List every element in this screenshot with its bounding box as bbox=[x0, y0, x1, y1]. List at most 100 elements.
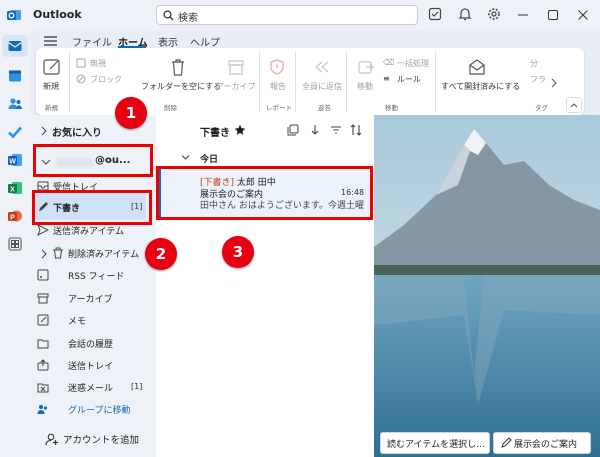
tab-view[interactable]: 表示 bbox=[158, 34, 178, 49]
groups-icon bbox=[37, 403, 49, 415]
group-move-label: 移動 bbox=[385, 104, 398, 112]
svg-text:W: W bbox=[9, 158, 16, 165]
hamburger-icon[interactable] bbox=[44, 36, 57, 46]
favorites-header[interactable]: お気に入り bbox=[52, 124, 102, 139]
send-icon bbox=[37, 224, 49, 236]
group-report-label: レポート bbox=[266, 104, 292, 112]
star-icon[interactable] bbox=[234, 124, 246, 136]
ribbon-collapse-button[interactable] bbox=[566, 97, 582, 113]
mail-icon[interactable] bbox=[7, 38, 23, 54]
folder-archive[interactable]: アーカイブ bbox=[68, 292, 112, 305]
svg-text:P: P bbox=[10, 214, 15, 221]
chevron-right-icon[interactable] bbox=[40, 126, 48, 136]
move-icon bbox=[357, 58, 375, 76]
reply-all-button[interactable]: 全員に返信 bbox=[302, 81, 342, 92]
tab-file[interactable]: ファイル bbox=[72, 34, 112, 49]
highlight-message bbox=[156, 166, 373, 220]
add-account-button[interactable]: アカウントを追加 bbox=[63, 432, 139, 446]
reading-tab-select-item[interactable]: 読むアイテムを選択し... bbox=[380, 432, 490, 454]
group-new-label: 新規 bbox=[45, 104, 58, 112]
powerpoint-icon[interactable]: P bbox=[7, 208, 23, 224]
move-button[interactable]: 移動 bbox=[357, 81, 373, 92]
ignore-button[interactable]: 無視 bbox=[90, 58, 106, 69]
classify-button[interactable]: 分 bbox=[530, 58, 538, 69]
search-input[interactable]: 検索 bbox=[156, 5, 418, 25]
ribbon-separator bbox=[295, 52, 296, 112]
note-icon bbox=[37, 314, 49, 326]
word-icon[interactable]: W bbox=[7, 152, 23, 168]
tasks-icon[interactable] bbox=[428, 7, 444, 23]
group-tags-label: タグ bbox=[535, 104, 548, 112]
add-person-icon bbox=[45, 432, 59, 446]
mark-read-icon bbox=[468, 58, 486, 76]
go-to-groups-link[interactable]: グループに移動 bbox=[68, 403, 130, 416]
chevron-right-icon[interactable] bbox=[40, 249, 48, 259]
report-icon bbox=[268, 58, 286, 76]
gear-icon[interactable] bbox=[487, 7, 503, 23]
block-icon bbox=[76, 74, 86, 84]
ribbon-separator bbox=[69, 52, 70, 112]
ribbon-separator bbox=[346, 52, 347, 112]
folder-sent[interactable]: 送信済みアイテム bbox=[53, 224, 124, 237]
folder-conversation-history[interactable]: 会話の履歴 bbox=[68, 337, 113, 350]
chevron-down-icon[interactable] bbox=[181, 154, 190, 161]
search-icon bbox=[163, 10, 174, 21]
apps-icon[interactable] bbox=[7, 236, 23, 252]
archive-icon bbox=[37, 292, 49, 304]
calendar-icon[interactable] bbox=[7, 68, 23, 84]
mark-all-read-button[interactable]: すべて開封済みにする bbox=[441, 81, 520, 92]
people-icon[interactable] bbox=[7, 96, 23, 112]
highlight-drafts bbox=[32, 190, 152, 225]
search-placeholder: 検索 bbox=[178, 13, 198, 24]
filter-icon[interactable] bbox=[330, 124, 342, 136]
junk-count: [1] bbox=[131, 382, 143, 391]
jump-to-icon[interactable] bbox=[309, 124, 321, 136]
annotation-badge-1: 1 bbox=[115, 97, 147, 129]
tab-help[interactable]: ヘルプ bbox=[190, 34, 220, 49]
trash-icon bbox=[52, 247, 64, 259]
folder-notes[interactable]: メモ bbox=[68, 314, 86, 327]
new-mail-icon bbox=[42, 57, 62, 77]
group-reply-label: 返答 bbox=[318, 104, 331, 112]
sort-icon[interactable] bbox=[350, 124, 362, 136]
maximize-icon[interactable] bbox=[547, 9, 563, 25]
excel-icon[interactable]: X bbox=[7, 180, 23, 196]
annotation-badge-2: 2 bbox=[145, 238, 177, 270]
flag-button[interactable]: フラ bbox=[530, 74, 546, 85]
list-title: 下書き bbox=[200, 128, 230, 139]
rules-icon: ≡ bbox=[383, 74, 390, 83]
bell-icon[interactable] bbox=[458, 7, 474, 23]
folder-icon bbox=[37, 337, 49, 349]
ribbon-separator bbox=[259, 52, 260, 112]
empty-folder-button[interactable]: フォルダーを空にする bbox=[141, 81, 221, 92]
new-button[interactable]: 新規 bbox=[43, 81, 59, 92]
outbox-icon bbox=[37, 359, 49, 371]
archive-icon bbox=[227, 58, 245, 76]
group-delete-label: 削除 bbox=[164, 104, 177, 112]
block-button[interactable]: ブロック bbox=[90, 74, 122, 85]
rss-icon bbox=[37, 269, 49, 281]
todo-icon[interactable] bbox=[7, 124, 23, 140]
folder-deleted[interactable]: 削除済みアイテム bbox=[68, 247, 139, 260]
pencil-icon bbox=[500, 437, 512, 449]
svg-text:X: X bbox=[10, 186, 15, 193]
select-icon[interactable] bbox=[287, 124, 299, 136]
archive-button[interactable]: アーカイブ bbox=[216, 81, 256, 92]
ribbon-separator bbox=[435, 52, 436, 112]
outlook-logo-icon bbox=[6, 7, 22, 23]
app-title: Outlook bbox=[33, 8, 82, 21]
folder-junk[interactable]: 迷惑メール bbox=[68, 381, 113, 394]
folder-rss[interactable]: RSS フィード bbox=[68, 269, 124, 282]
minimize-icon[interactable] bbox=[517, 9, 533, 25]
annotation-badge-3: 3 bbox=[222, 236, 254, 268]
group-header-today: 今日 bbox=[200, 155, 219, 165]
rules-button[interactable]: ルール bbox=[397, 74, 421, 85]
ribbon-scroll-right-icon[interactable] bbox=[550, 78, 558, 88]
ignore-icon bbox=[76, 58, 86, 68]
batch-icon: ⌫ bbox=[383, 58, 395, 67]
folder-outbox[interactable]: 送信トレイ bbox=[68, 359, 113, 372]
batch-button[interactable]: 一括処理 bbox=[397, 58, 429, 69]
report-button[interactable]: 報告 bbox=[270, 81, 286, 92]
close-icon[interactable] bbox=[577, 9, 593, 25]
highlight-account bbox=[33, 144, 153, 177]
